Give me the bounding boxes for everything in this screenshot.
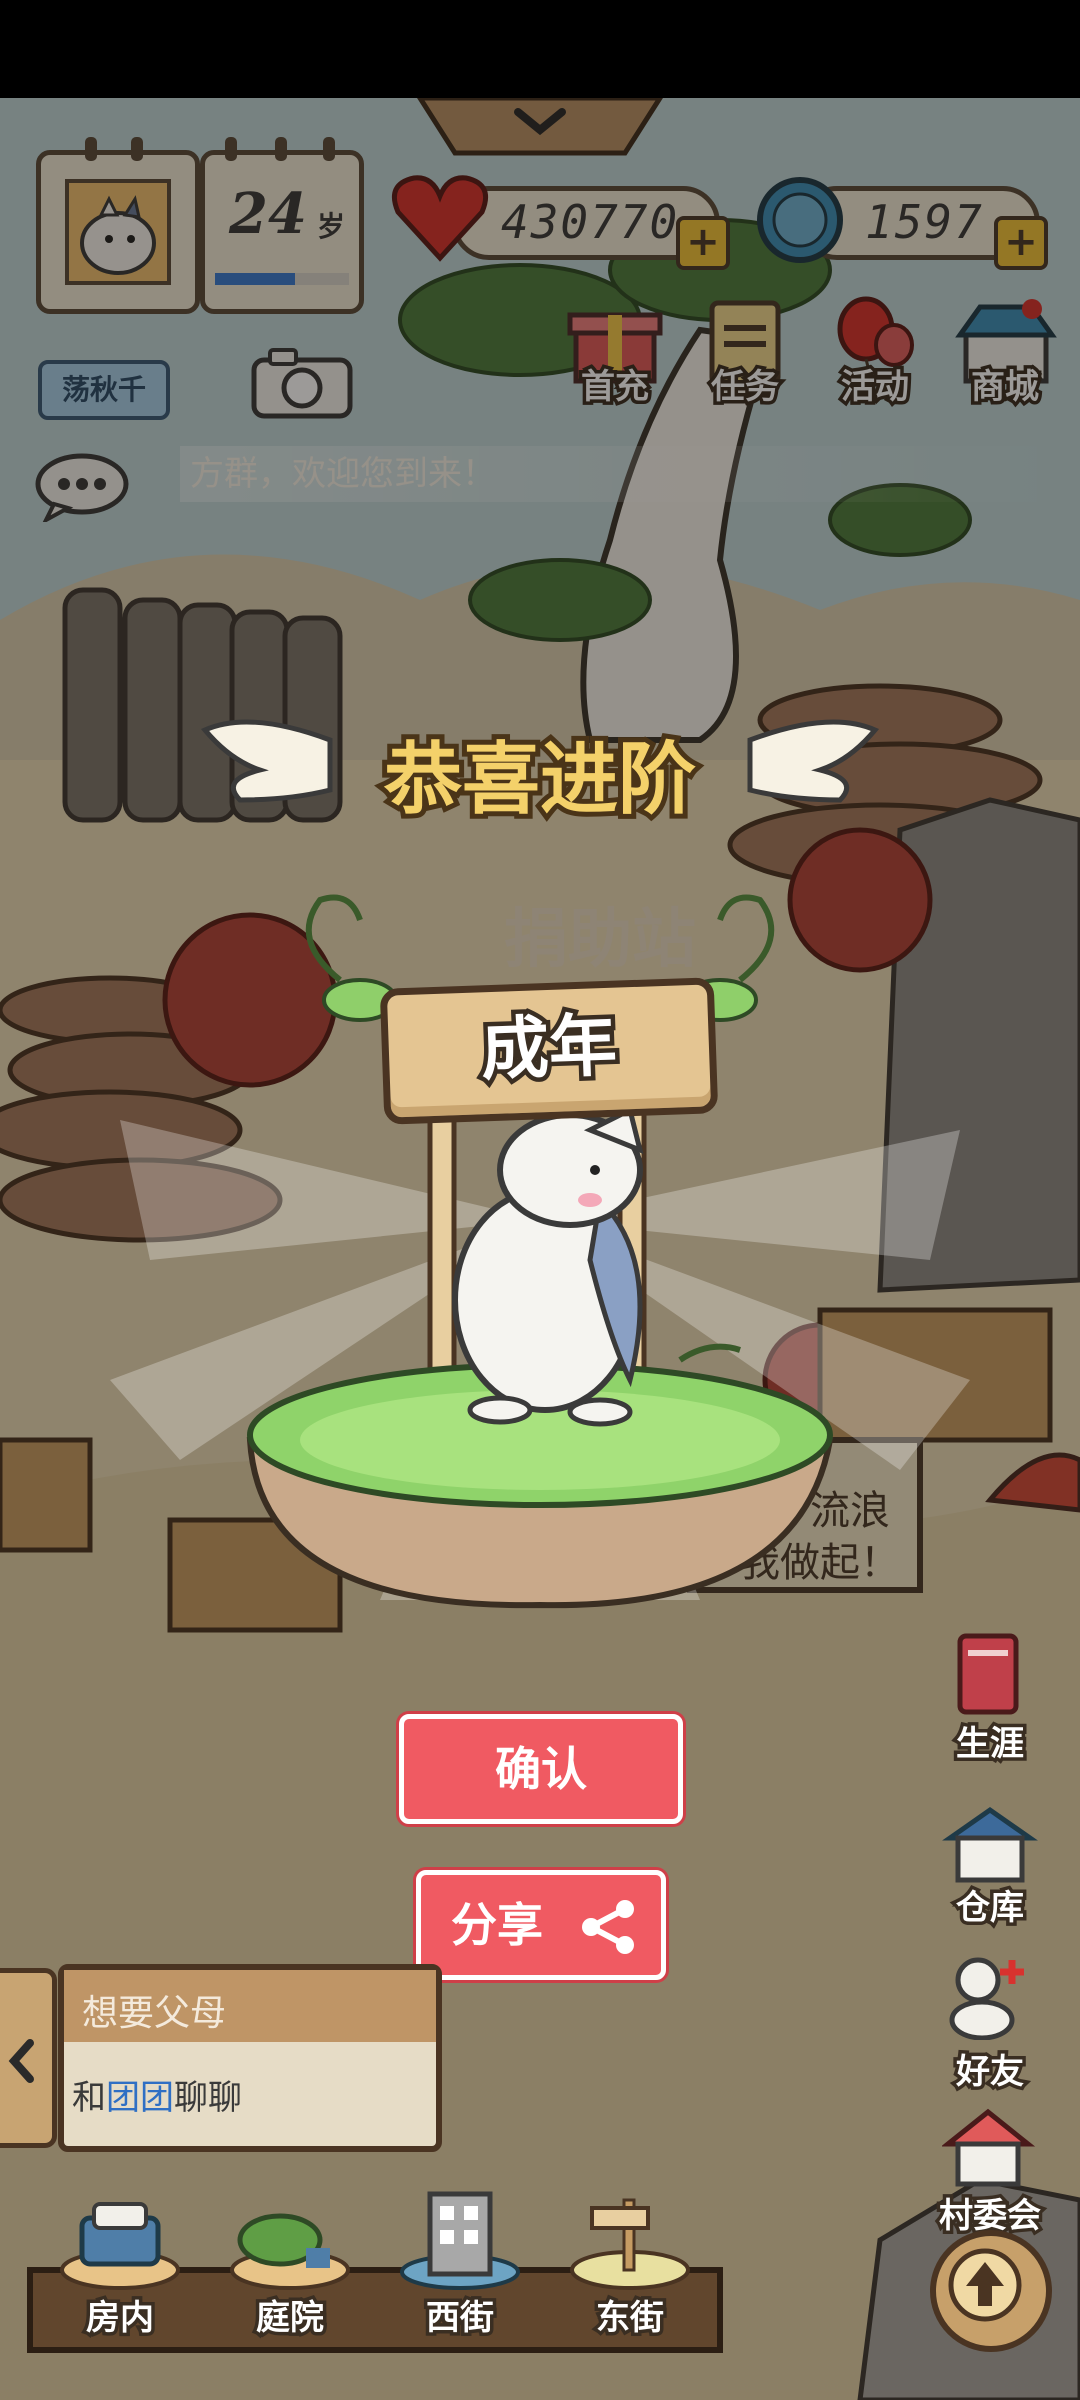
side-menu-label: 好友 [953, 2049, 1028, 2096]
side-menu: 生涯 仓库 好友 村委会 [920, 1620, 1060, 2240]
side-menu-label: 仓库 [953, 1885, 1028, 1932]
confirm-button[interactable]: 确认 [399, 1714, 683, 1824]
signpost-icon [570, 2198, 690, 2290]
yard-icon [230, 2213, 350, 2290]
side-menu-item-friends[interactable]: 好友 [920, 1940, 1060, 2096]
warehouse-icon [942, 1806, 1038, 1883]
arrow-up-icon [948, 2248, 1022, 2322]
nav-label: 房内 [83, 2295, 158, 2342]
nav-room[interactable]: 房内 [40, 2190, 200, 2370]
nav-label: 庭院 [253, 2295, 328, 2342]
side-menu-item-warehouse[interactable]: 仓库 [920, 1790, 1060, 1940]
nav-label: 西街 [423, 2295, 498, 2342]
quest-title: 想要父母 [82, 1993, 227, 2034]
building-icon [400, 2191, 520, 2290]
nav-east-street[interactable]: 东街 [550, 2190, 710, 2370]
nav-yard[interactable]: 庭院 [210, 2190, 370, 2370]
stage-sign: 成年 [379, 977, 719, 1125]
level-up-popup: 恭喜进阶 成年 [0, 700, 1080, 1620]
side-menu-item-village-hall[interactable]: 村委会 [920, 2090, 1060, 2240]
bottom-nav: 房内 庭院 西街 东街 [40, 2190, 730, 2370]
quest-npc-name: 团团 [106, 2078, 174, 2118]
quest-line: 和团团聊聊 [72, 2070, 242, 2119]
scroll-up-button[interactable] [930, 2230, 1052, 2352]
share-button[interactable]: 分享 [416, 1870, 666, 1980]
friends-icon [949, 1957, 1024, 2040]
stage-label: 成年 [475, 1002, 623, 1095]
side-menu-item-career[interactable]: 生涯 [920, 1620, 1060, 1770]
chevron-left-icon [8, 2039, 34, 2083]
quest-panel[interactable]: 想要父母 和团团聊聊 [58, 1964, 442, 2152]
share-label: 分享 [451, 1898, 543, 1952]
popup-title: 恭喜进阶 [379, 730, 701, 830]
book-icon [957, 1633, 1019, 1715]
quest-line-prefix: 和 [72, 2078, 106, 2118]
village-hall-icon [942, 2108, 1036, 2187]
quest-line-suffix: 聊聊 [174, 2078, 242, 2118]
side-menu-label: 生涯 [953, 1721, 1028, 1768]
nav-label: 东街 [593, 2295, 668, 2342]
quest-collapse-tab[interactable] [0, 1968, 57, 2148]
status-bar [0, 0, 1080, 98]
nav-west-street[interactable]: 西街 [380, 2190, 540, 2370]
bed-icon [60, 2202, 180, 2290]
share-icon [582, 1900, 634, 1954]
